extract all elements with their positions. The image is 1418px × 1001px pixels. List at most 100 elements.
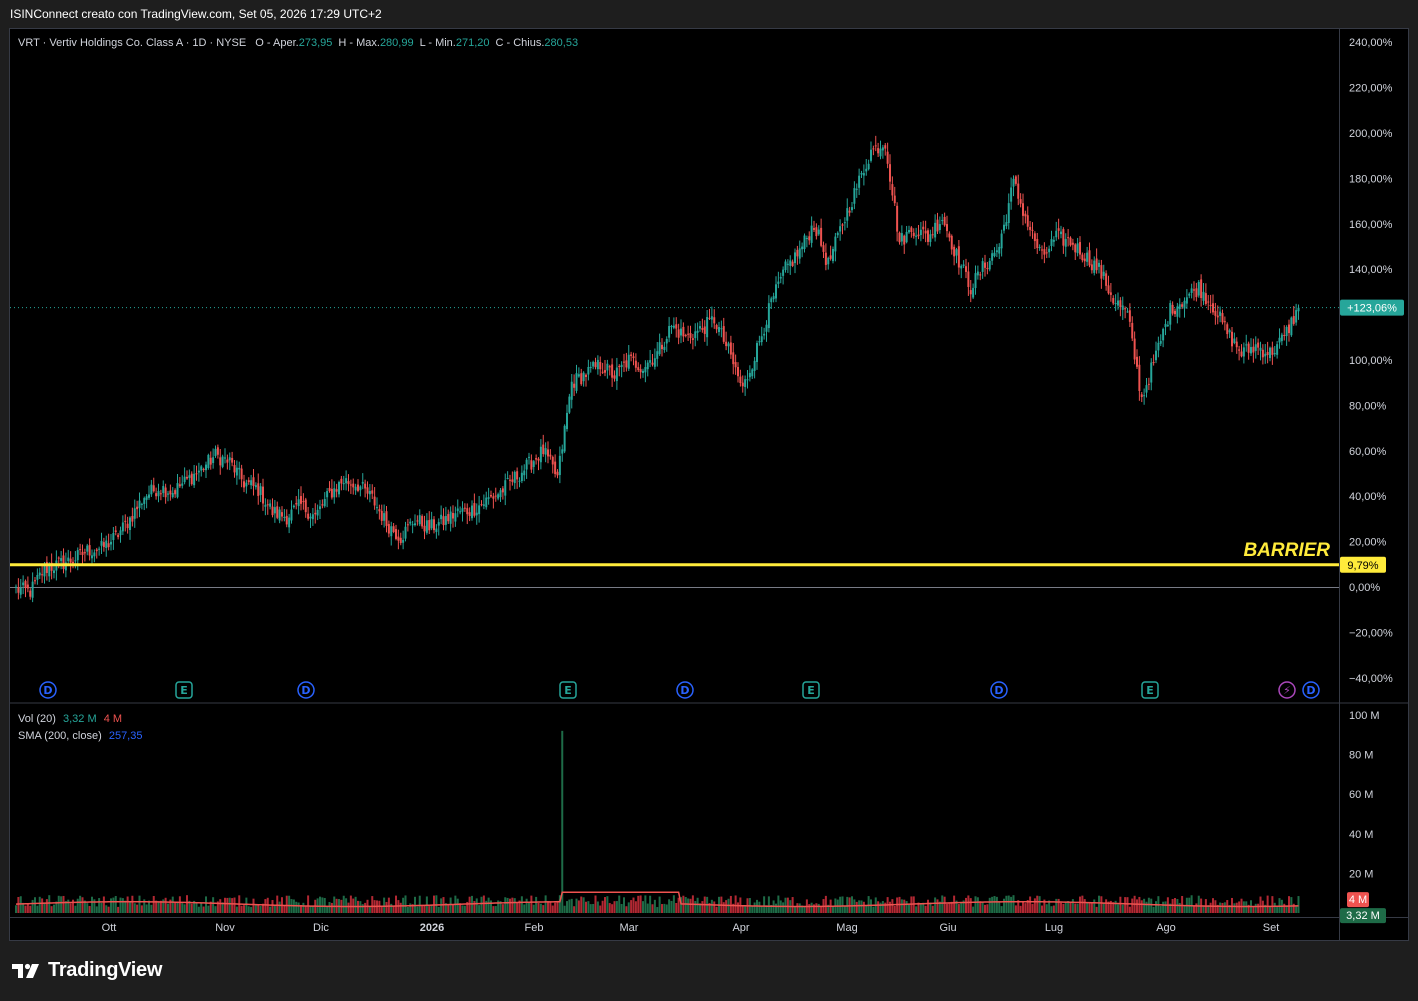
candle-body [770, 298, 773, 303]
symbol-legend[interactable]: VRT · Vertiv Holdings Co. Class A · 1D ·… [18, 37, 578, 49]
volume-bar [295, 901, 298, 913]
candle-body [262, 486, 264, 504]
volume-bar [1102, 902, 1105, 913]
volume-bar [537, 902, 540, 913]
candle-body [250, 480, 253, 486]
volume-bar [190, 903, 193, 913]
volume-bar [1252, 906, 1255, 913]
candle-body [1266, 351, 1269, 356]
volume-bar [133, 903, 136, 913]
volume-bar [364, 902, 367, 913]
candle-body [1288, 324, 1290, 334]
tradingview-logo[interactable]: TradingView [12, 959, 162, 982]
candle-body [672, 325, 675, 328]
volume-tick-label: 60 M [1349, 789, 1373, 801]
volume-bar [117, 906, 120, 913]
candle-body [1114, 303, 1117, 305]
volume-bar [998, 901, 1001, 913]
candle-body [392, 526, 395, 532]
volume-bar [333, 896, 336, 913]
candle-body [988, 260, 991, 270]
candle-body [1152, 362, 1155, 364]
volume-bar [181, 903, 184, 913]
volume-bar [416, 906, 419, 913]
y-tick-label: 200,00% [1349, 128, 1393, 140]
volume-bar [881, 901, 884, 913]
candle-body [877, 148, 880, 154]
volume-bar [136, 904, 139, 913]
volume-ma-badge-label: 4 M [1349, 894, 1367, 906]
candle-body [1140, 394, 1143, 398]
candle-body [874, 145, 877, 147]
candle-body [366, 487, 369, 494]
volume-bar [986, 904, 989, 913]
volume-bar [1152, 906, 1155, 913]
candle-body [1074, 244, 1077, 253]
candle-body [145, 496, 148, 500]
candle-body [1010, 187, 1013, 202]
candle-body [155, 493, 158, 497]
volume-bar [984, 904, 986, 913]
volume-bar [637, 895, 640, 913]
volume-bar [1195, 903, 1198, 913]
volume-bar [319, 896, 321, 913]
sma-legend[interactable]: SMA (200, close) 257,35 [18, 730, 142, 742]
candle-body [834, 236, 837, 252]
y-tick-label: 40,00% [1349, 491, 1387, 503]
candle-body [506, 477, 509, 479]
candle-body [342, 483, 345, 485]
candle-body [563, 425, 566, 452]
candle-body [1041, 249, 1043, 251]
volume-bar [1235, 902, 1238, 913]
volume-bar [530, 895, 533, 913]
x-tick-label: Mag [836, 922, 857, 934]
candle-body [338, 482, 340, 495]
candle-body [328, 487, 331, 492]
volume-bar [1259, 896, 1262, 913]
candle-body [986, 268, 989, 270]
candle-body [938, 224, 941, 230]
volume-bar [889, 901, 891, 913]
candle-body [1280, 334, 1283, 342]
candle-body [368, 491, 371, 495]
volume-bar [74, 905, 77, 913]
volume-bar [644, 895, 647, 913]
candle-body [485, 497, 488, 508]
volume-bar [176, 902, 179, 913]
volume-bar [1033, 898, 1036, 913]
chart-canvas[interactable]: 240,00% 220,00% 200,00% 180,00% 160,00% 140,0… [10, 29, 1408, 940]
volume-bar [276, 895, 279, 913]
candle-body [1119, 300, 1122, 308]
volume-bar [620, 904, 623, 913]
volume-bar [1119, 896, 1122, 913]
chart-frame[interactable]: 240,00% 220,00% 200,00% 180,00% 160,00% 140,0… [9, 28, 1409, 941]
candle-body [995, 250, 998, 253]
volume-bar [361, 904, 364, 913]
candle-body [884, 145, 887, 149]
volume-legend[interactable]: Vol (20) 3,32 M 4 M [18, 713, 122, 725]
candle-body [1005, 222, 1008, 227]
volume-bar [231, 898, 234, 913]
volume-bar [390, 903, 393, 913]
candle-body [387, 524, 390, 534]
volume-bar [587, 901, 590, 913]
candle-body [311, 514, 314, 520]
volume-bar [1024, 903, 1027, 913]
candle-body [307, 513, 310, 519]
header-bar: ISINConnect creato con TradingView.com, … [0, 0, 1418, 28]
volume-bar [1079, 896, 1081, 913]
volume-bar [164, 897, 167, 913]
volume-bar [516, 902, 519, 913]
volume-bar [965, 897, 967, 913]
candle-body [273, 507, 276, 514]
volume-bar [608, 903, 611, 913]
candle-body [19, 587, 22, 595]
ohlc-label: O - Aper. [255, 37, 299, 49]
candle-body [1150, 362, 1153, 383]
candle-body [1178, 304, 1181, 310]
candle-body [639, 369, 642, 373]
candles-group [15, 135, 1300, 603]
candle-body [746, 379, 749, 381]
candle-body [207, 454, 210, 469]
volume-bar [1219, 902, 1222, 913]
